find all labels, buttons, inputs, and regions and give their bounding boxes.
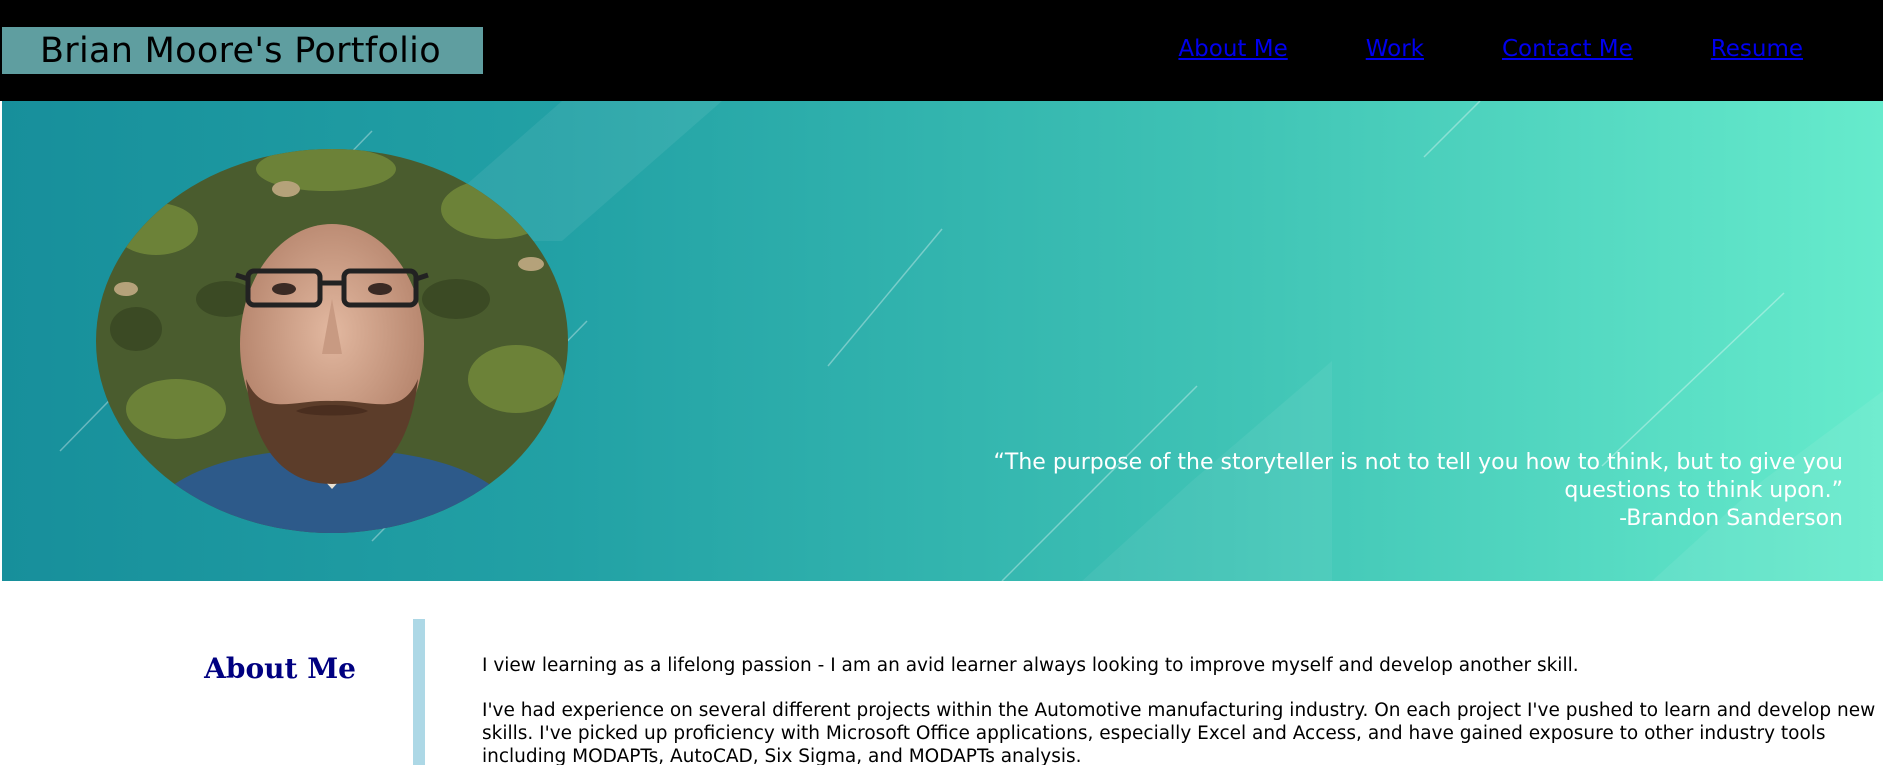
about-body: I view learning as a lifelong passion - …: [482, 654, 1878, 765]
about-heading: About Me: [204, 652, 356, 685]
about-divider: [413, 619, 425, 765]
quote-author: -Brandon Sanderson: [1619, 506, 1843, 531]
site-title: Brian Moore's Portfolio: [40, 30, 441, 71]
hero-banner: “The purpose of the storyteller is not t…: [2, 101, 1883, 581]
profile-photo: [96, 149, 568, 533]
nav-link-about-me[interactable]: About Me: [1178, 36, 1287, 62]
brand-box: Brian Moore's Portfolio: [2, 27, 483, 74]
page: Brian Moore's Portfolio About Me Work Co…: [0, 0, 1883, 765]
nav-link-contact-me[interactable]: Contact Me: [1502, 36, 1633, 62]
hero-quote: “The purpose of the storyteller is not t…: [883, 449, 1843, 533]
about-paragraph-2: I've had experience on several different…: [482, 700, 1876, 765]
nav-link-work[interactable]: Work: [1366, 36, 1424, 62]
about-paragraph-1: I view learning as a lifelong passion - …: [482, 655, 1579, 676]
main-nav: About Me Work Contact Me Resume: [1178, 36, 1803, 62]
quote-text: “The purpose of the storyteller is not t…: [993, 450, 1843, 503]
nav-link-resume[interactable]: Resume: [1711, 36, 1803, 62]
site-header: Brian Moore's Portfolio About Me Work Co…: [0, 0, 1883, 101]
